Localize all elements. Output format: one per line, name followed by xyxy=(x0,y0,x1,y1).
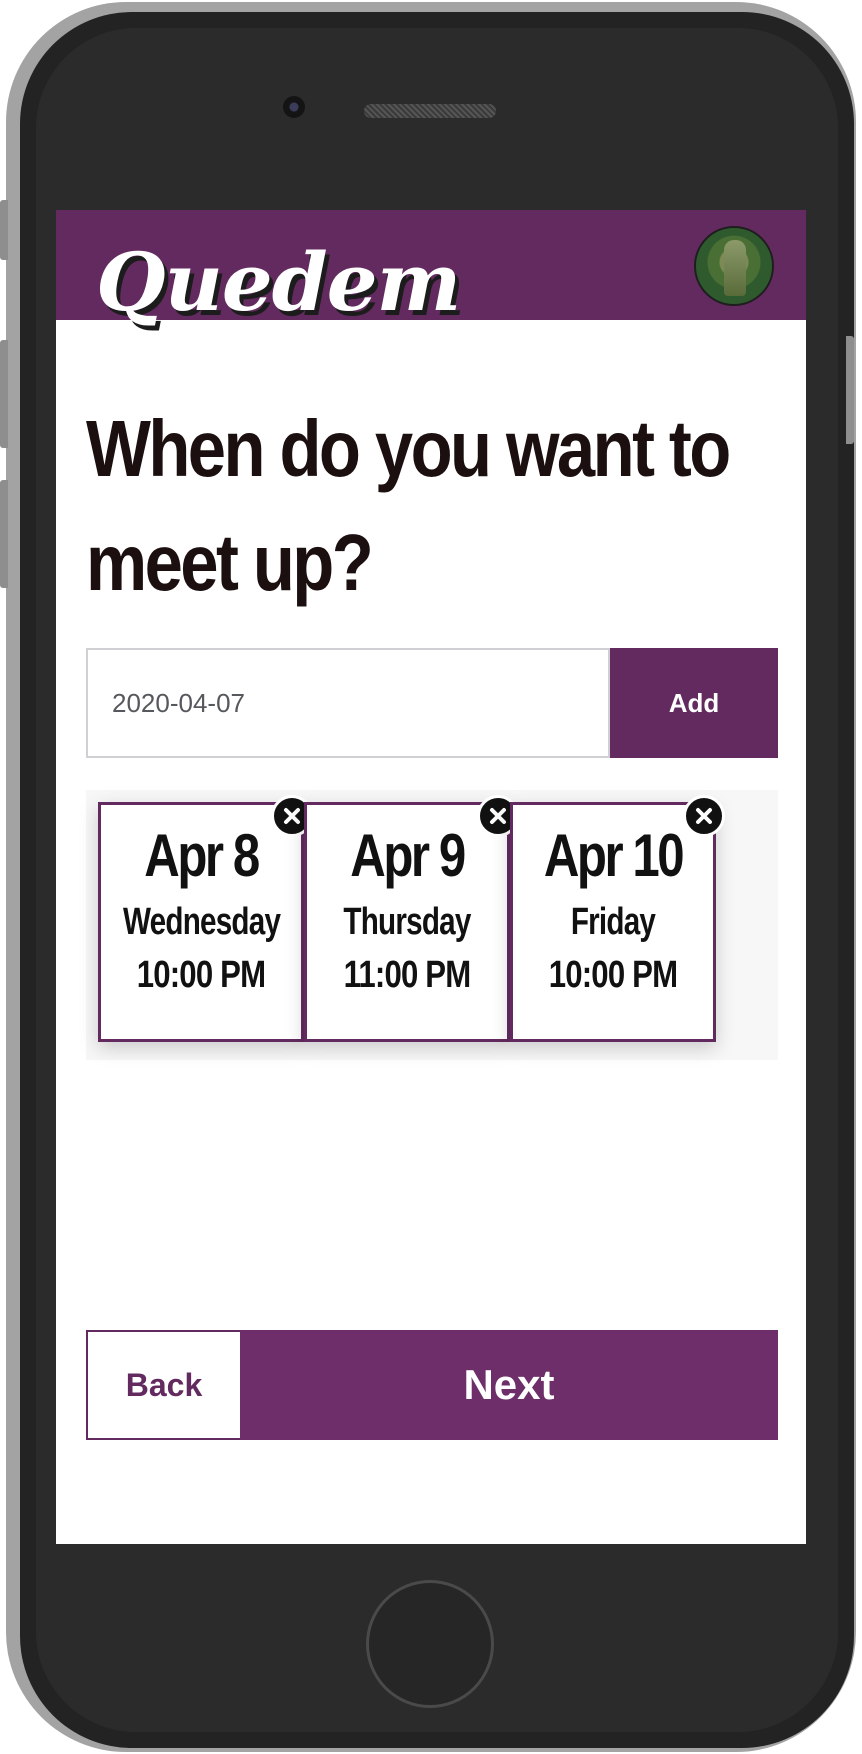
mute-switch xyxy=(0,200,8,260)
wizard-navigation: Back Next xyxy=(86,1330,778,1440)
option-time: 10:00 PM xyxy=(548,954,678,996)
date-input[interactable] xyxy=(86,648,610,758)
power-button xyxy=(846,336,854,444)
option-date: Apr 10 xyxy=(543,822,685,889)
close-icon xyxy=(284,808,300,824)
option-weekday: Wednesday xyxy=(123,901,281,943)
home-button[interactable] xyxy=(366,1580,494,1708)
option-date: Apr 9 xyxy=(350,822,466,889)
earpiece-speaker xyxy=(364,104,496,118)
remove-option-button[interactable] xyxy=(683,795,725,837)
meetup-options-list: Apr 8 Wednesday 10:00 PM Apr 9 Thursday … xyxy=(86,790,778,1060)
close-icon xyxy=(696,808,712,824)
app-header: Quedem xyxy=(56,210,806,322)
option-weekday: Thursday xyxy=(343,901,471,943)
option-time: 10:00 PM xyxy=(136,954,266,996)
back-button[interactable]: Back xyxy=(86,1330,242,1440)
option-date: Apr 8 xyxy=(144,822,260,889)
app-logo[interactable]: Quedem xyxy=(96,242,461,322)
add-date-button[interactable]: Add xyxy=(610,648,778,758)
front-camera xyxy=(283,96,305,118)
close-icon xyxy=(490,808,506,824)
date-entry-row: Add xyxy=(86,648,778,758)
meetup-option-card[interactable]: Apr 10 Friday 10:00 PM xyxy=(510,795,725,1042)
meetup-option-card[interactable]: Apr 9 Thursday 11:00 PM xyxy=(304,795,519,1042)
app-screen: Quedem When do you want to meet up? Add … xyxy=(56,210,806,1544)
volume-down-button xyxy=(0,480,8,588)
volume-up-button xyxy=(0,340,8,448)
option-weekday: Friday xyxy=(570,901,656,943)
page-title: When do you want to meet up? xyxy=(86,404,731,607)
meetup-option-card[interactable]: Apr 8 Wednesday 10:00 PM xyxy=(98,795,313,1042)
next-button[interactable]: Next xyxy=(240,1330,778,1440)
option-time: 11:00 PM xyxy=(343,954,472,996)
user-avatar[interactable] xyxy=(694,226,774,306)
